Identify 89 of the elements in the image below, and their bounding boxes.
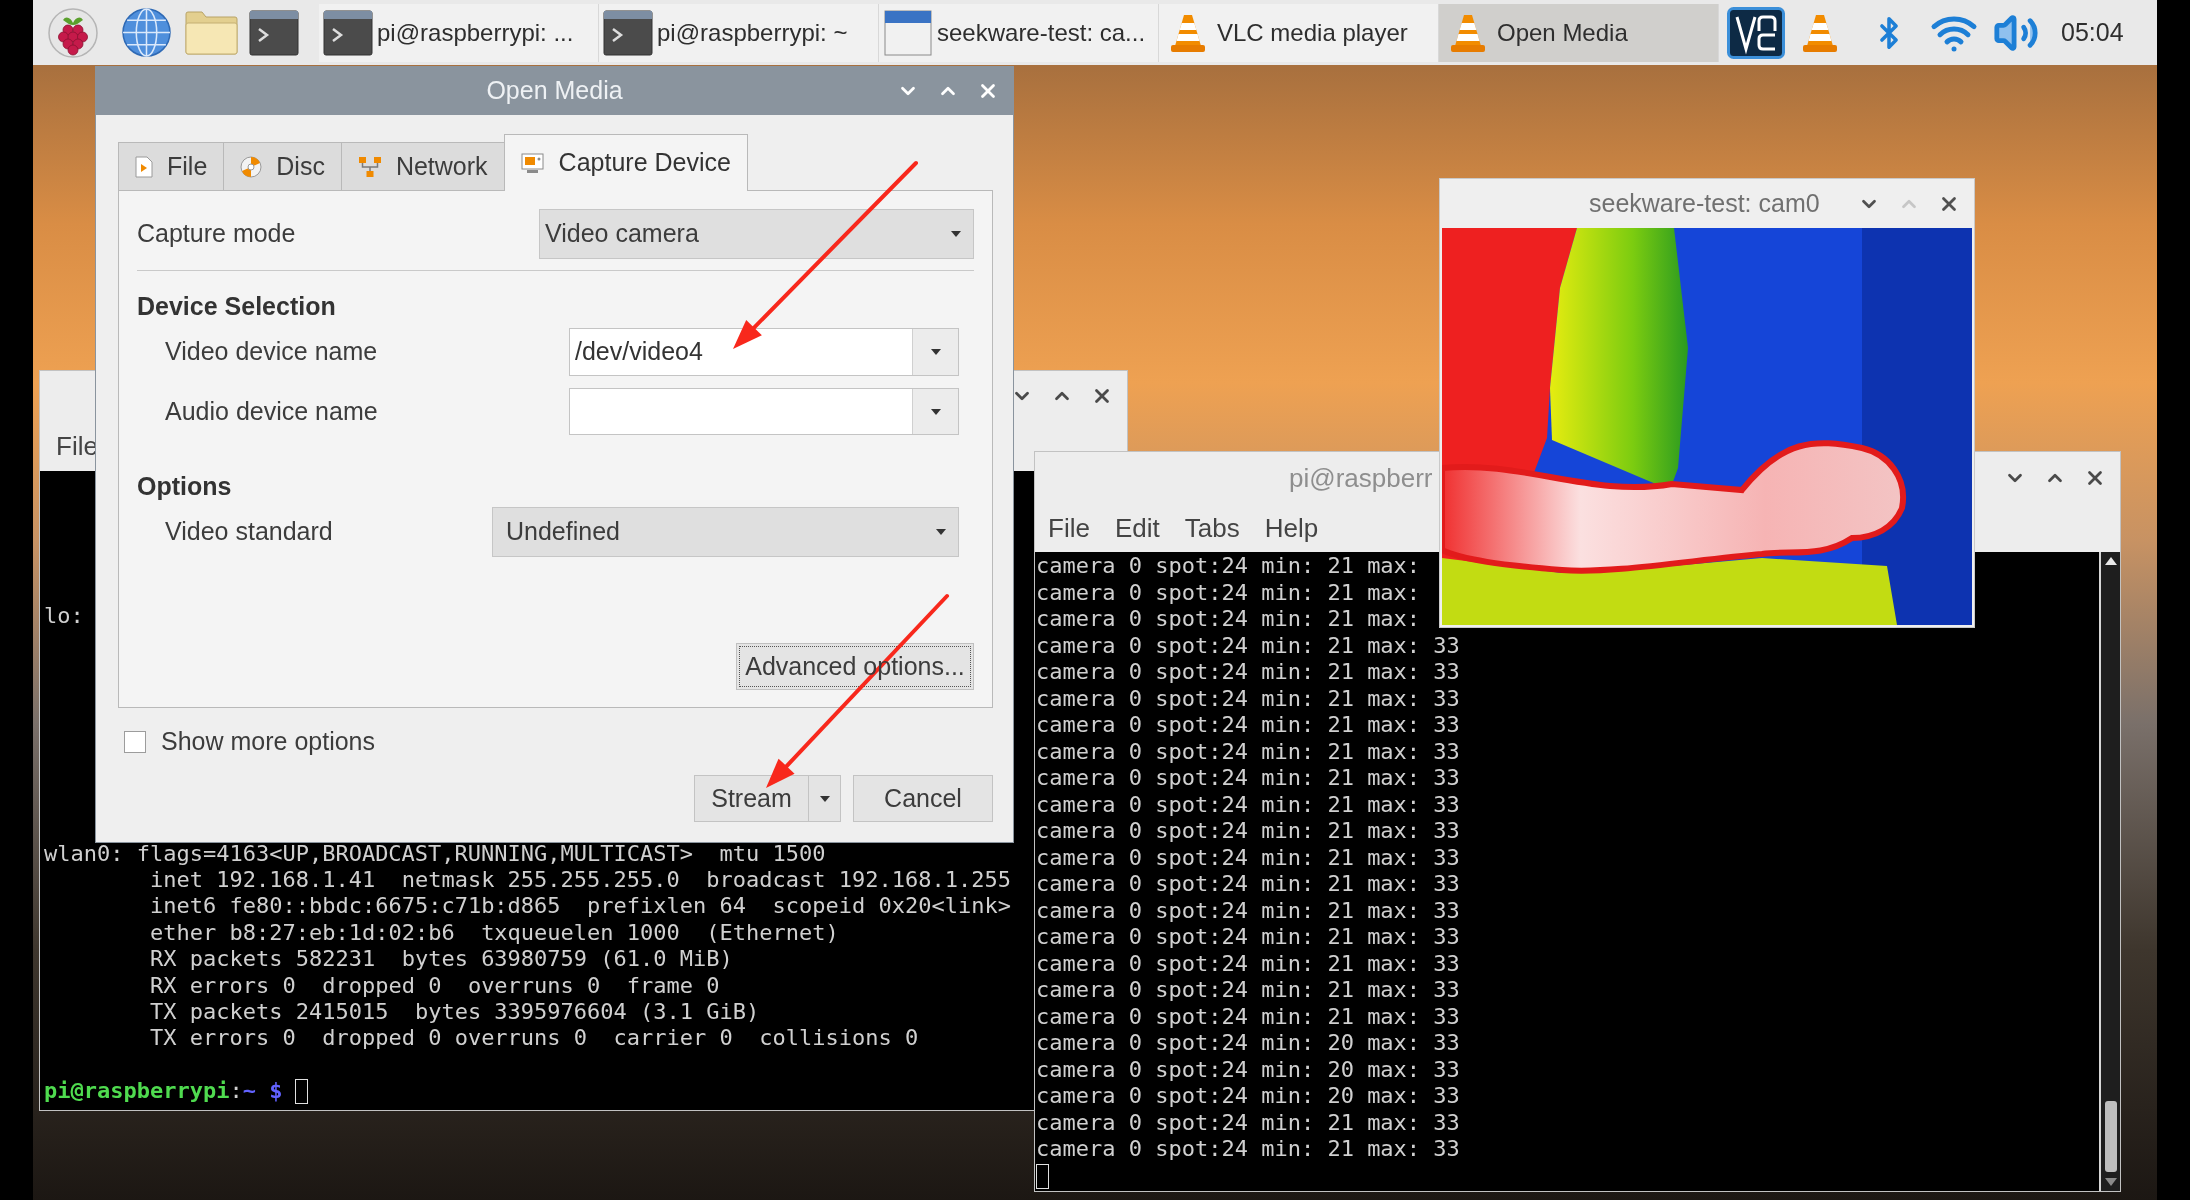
terminal-line: wlan0: flags=4163<UP,BROADCAST,RUNNING,MULTICAST> mtu 1500 — [44, 840, 826, 867]
taskbar-button[interactable]: Open Media — [1439, 3, 1719, 62]
terminal-line: camera 0 spot:24 min: 21 max: 33 — [1036, 738, 1460, 765]
terminal-line: camera 0 spot:24 min: 21 max: 33 — [1036, 1136, 1460, 1163]
terminal-line: RX packets 582231 bytes 63980759 (61.0 MiB) — [150, 946, 733, 973]
disc-icon — [240, 155, 263, 178]
terminal-line: camera 0 spot:24 min: 21 max: 33 — [1036, 818, 1460, 845]
terminal-line: camera 0 spot:24 min: 21 max: 33 — [1036, 924, 1460, 951]
taskbar-button[interactable]: VLC media player — [1159, 3, 1439, 62]
terminal-line: camera 0 spot:24 min: 21 max: 33 — [1036, 844, 1460, 871]
tab[interactable]: Disc — [223, 142, 342, 190]
globe-icon[interactable] — [121, 7, 172, 58]
terminal-line: camera 0 spot:24 min: 21 max: 33 — [1036, 871, 1460, 898]
dropdown-caret-icon — [819, 795, 830, 802]
remote-viewer-icon[interactable] — [1727, 6, 1785, 59]
terminal-line: inet 192.168.1.41 netmask 255.255.255.0 broadcast 192.168.1.255 — [150, 866, 1011, 894]
shell-prompt: pi@raspberrypi:~ $ — [44, 1078, 283, 1105]
capture-mode-dropdown[interactable]: Video camera — [539, 209, 974, 259]
terminal-line: camera 0 spot:24 min: 21 max: 33 — [1036, 950, 1460, 977]
scroll-down-arrow-icon[interactable] — [2104, 1178, 2117, 1186]
terminal-line: TX errors 0 dropped 0 overruns 0 carrier 0 collisions 0 — [150, 1025, 919, 1052]
terminal-line: camera 0 spot:24 min: 20 max: 33 — [1036, 1083, 1460, 1110]
section-heading: Device Selection — [137, 291, 336, 321]
dropdown-caret-icon — [930, 408, 941, 415]
traffic-cone-icon — [1450, 12, 1486, 53]
network-icon — [357, 155, 382, 178]
checkbox[interactable] — [124, 731, 146, 753]
dialog-button[interactable]: Stream — [694, 775, 809, 822]
window-icon — [884, 9, 932, 56]
terminal-icon — [323, 9, 373, 56]
checkbox-label[interactable]: Show more options — [161, 723, 375, 761]
field-label: Audio device name — [165, 395, 378, 427]
terminal-line: camera 0 spot:24 min: 21 max: 33 — [1036, 659, 1460, 686]
video-standard-dropdown[interactable]: Undefined — [492, 507, 959, 557]
dropdown-caret-icon — [936, 529, 946, 535]
menu-item[interactable]: File — [1048, 508, 1090, 548]
document-icon — [135, 155, 153, 178]
window-title: pi@raspberr — [1289, 461, 1433, 495]
terminal-icon — [603, 9, 653, 56]
field-label: Video standard — [165, 516, 333, 548]
traffic-cone-icon — [1170, 12, 1206, 53]
dialog-button[interactable]: Cancel — [853, 775, 993, 822]
scrollbar-thumb[interactable] — [2104, 1101, 2117, 1172]
terminal-line: camera 0 spot:24 min: 20 max: 33 — [1036, 1030, 1460, 1057]
tab[interactable]: Capture Device — [503, 134, 748, 191]
terminal-line: camera 0 spot:24 min: 21 max: 33 — [1036, 1109, 1460, 1136]
taskbar-button[interactable]: pi@raspberrypi: ~ — [599, 3, 879, 62]
terminal-line: camera 0 spot:24 min: 21 max: 33 — [1036, 791, 1460, 818]
terminal-line: camera 0 spot:24 min: 21 max: — [1036, 553, 1421, 580]
terminal-line: lo: — [44, 603, 84, 630]
device-combobox[interactable]: /dev/video4 — [569, 328, 959, 376]
terminal-line: camera 0 spot:24 min: 21 max: 33 — [1036, 977, 1460, 1004]
terminal-icon[interactable] — [249, 9, 299, 56]
terminal-line: inet6 fe80::bbdc:6675:c71b:d865 prefixlen 64 scopeid 0x20<link> — [150, 893, 1011, 920]
terminal-line: TX packets 2415015 bytes 3395976604 (3.1 GiB) — [150, 998, 760, 1026]
tab[interactable]: Network — [340, 142, 505, 190]
terminal-line: camera 0 spot:24 min: 21 max: — [1036, 579, 1421, 606]
field-label: Capture mode — [137, 218, 296, 250]
terminal-line: camera 0 spot:24 min: 21 max: 33 — [1036, 897, 1460, 924]
terminal-line: camera 0 spot:24 min: 21 max: 33 — [1036, 685, 1460, 712]
dropdown-caret-icon — [951, 231, 961, 237]
taskbar-button[interactable]: pi@raspberrypi: ... — [319, 3, 599, 62]
terminal-line: camera 0 spot:24 min: 21 max: 33 — [1036, 765, 1460, 792]
menu-item[interactable]: Help — [1264, 508, 1319, 548]
cursor-block-icon — [295, 1078, 309, 1104]
menu-item[interactable]: Edit — [1114, 508, 1160, 548]
screen-icon — [520, 152, 545, 174]
tab[interactable]: File — [118, 142, 225, 190]
cursor-block-icon — [1036, 1163, 1049, 1189]
scrollbar[interactable] — [2099, 552, 2120, 1191]
terminal-line: camera 0 spot:24 min: 21 max: 33 — [1036, 632, 1460, 659]
menu-item[interactable]: File — [56, 426, 98, 466]
field-label: Video device name — [165, 336, 378, 368]
terminal-line: RX errors 0 dropped 0 overruns 0 frame 0 — [150, 972, 720, 999]
terminal-line: camera 0 spot:24 min: 21 max: 33 — [1036, 1003, 1460, 1030]
menu-item[interactable]: Tabs — [1184, 508, 1240, 548]
terminal-line: camera 0 spot:24 min: 20 max: 33 — [1036, 1056, 1460, 1083]
terminal-line: camera 0 spot:24 min: 21 max: 33 — [1036, 712, 1460, 739]
terminal-line: camera 0 spot:24 min: 21 max: — [1036, 606, 1421, 633]
scroll-up-arrow-icon[interactable] — [2104, 557, 2117, 565]
traffic-cone-icon[interactable] — [1802, 12, 1838, 53]
section-heading: Options — [137, 471, 232, 501]
raspberry-logo-icon[interactable] — [48, 7, 98, 58]
terminal-line: ether b8:27:eb:1d:02:b6 txqueuelen 1000 (Ethernet) — [150, 919, 839, 947]
clock: 05:04 — [2061, 16, 2124, 48]
dropdown-caret-icon — [930, 349, 941, 355]
window-title: seekware-test: cam0 — [1589, 187, 1820, 219]
dialog-title: Open Media — [486, 75, 623, 107]
taskbar-button[interactable]: seekware-test: ca... — [879, 3, 1159, 62]
